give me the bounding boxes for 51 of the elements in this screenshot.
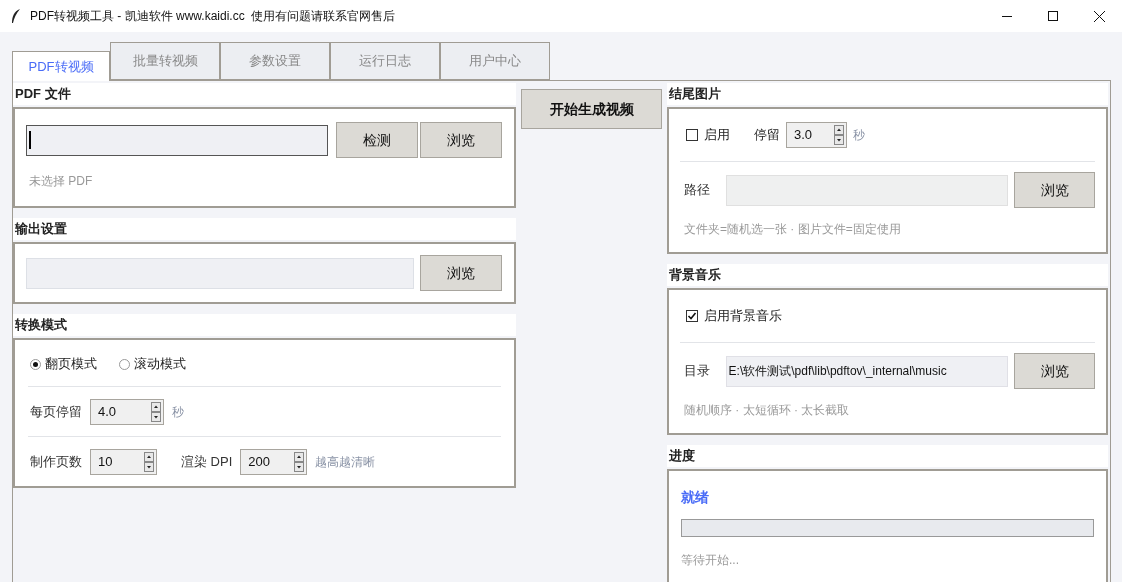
field-label: 目录 bbox=[684, 362, 711, 381]
detect-button[interactable]: 检测 bbox=[336, 122, 418, 158]
browse-button[interactable]: 浏览 bbox=[420, 122, 502, 158]
spinner-arrows-icon[interactable] bbox=[294, 451, 305, 472]
section-heading: 转换模式 bbox=[15, 316, 67, 335]
message-text: 等待开始... bbox=[681, 553, 739, 567]
checkbox-label: 启用背景音乐 bbox=[704, 307, 782, 326]
browse-button[interactable]: 浏览 bbox=[1014, 172, 1095, 208]
spin-box[interactable]: 10 bbox=[90, 448, 157, 475]
field-label: 路径 bbox=[684, 181, 711, 200]
spin-box[interactable]: 3.0 bbox=[786, 122, 847, 148]
close-icon bbox=[1093, 10, 1105, 22]
output-path-field[interactable] bbox=[26, 257, 414, 289]
tab[interactable]: PDF转视频 bbox=[12, 51, 110, 81]
feather-icon bbox=[10, 8, 22, 24]
status-text: 就绪 bbox=[681, 489, 709, 505]
hint-text: 文件夹=随机选一张 · 图片文件=固定使用 bbox=[684, 222, 901, 236]
section-heading: 进度 bbox=[669, 447, 695, 466]
music-path-field[interactable]: E:\软件测试\pdf\lib\pdftov\_internal\music bbox=[725, 355, 1008, 387]
checkbox-label: 启用 bbox=[704, 126, 730, 145]
section-heading: 背景音乐 bbox=[669, 266, 721, 285]
section-heading: 结尾图片 bbox=[669, 85, 721, 104]
radio-button[interactable] bbox=[119, 358, 130, 370]
status-text: 未选择 PDF bbox=[29, 174, 93, 188]
section-heading: PDF 文件 bbox=[15, 85, 71, 104]
field-label: 制作页数 bbox=[30, 452, 82, 471]
radio-label: 翻页模式 bbox=[45, 355, 97, 374]
field-label: 每页停留 bbox=[30, 402, 82, 421]
hint-text: 越高越清晰 bbox=[315, 453, 376, 471]
start-button[interactable]: 开始生成视频 bbox=[521, 89, 662, 129]
window-title: PDF转视频工具 - 凯迪软件 www.kaidi.cc 使用有问题请联系官网售后 bbox=[30, 8, 396, 25]
checkbox[interactable] bbox=[686, 129, 698, 141]
radio-button[interactable] bbox=[30, 358, 41, 370]
browse-button[interactable]: 浏览 bbox=[1014, 353, 1095, 389]
spinner-arrows-icon[interactable] bbox=[151, 401, 161, 422]
checkbox[interactable] bbox=[686, 310, 698, 322]
spinner-arrows-icon[interactable] bbox=[144, 451, 154, 472]
browse-button[interactable]: 浏览 bbox=[420, 255, 502, 291]
spinner-arrows-icon[interactable] bbox=[834, 125, 844, 145]
maximize-icon bbox=[1048, 11, 1058, 21]
field-label: 渲染 DPI bbox=[181, 452, 233, 471]
spin-box[interactable]: 4.0 bbox=[90, 398, 164, 425]
unit-text: 秒 bbox=[172, 403, 184, 421]
section-heading: 输出设置 bbox=[15, 220, 67, 239]
spin-box[interactable]: 200 bbox=[240, 448, 308, 475]
hint-text: 随机顺序 · 太短循环 · 太长截取 bbox=[684, 403, 850, 417]
unit-text: 秒 bbox=[853, 127, 865, 144]
radio-label: 滚动模式 bbox=[134, 355, 186, 374]
image-path-field[interactable] bbox=[725, 174, 1008, 206]
pdf-path-field[interactable] bbox=[26, 124, 328, 156]
field-label: 停留 bbox=[754, 126, 780, 145]
